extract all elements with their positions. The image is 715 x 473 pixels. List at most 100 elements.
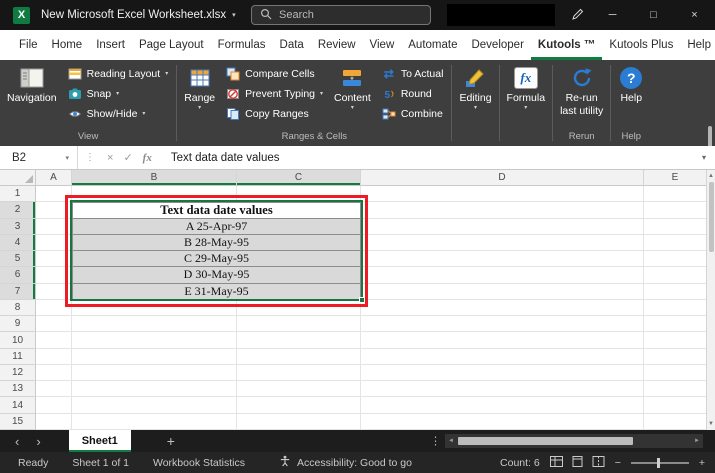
menu-tab-review[interactable]: Review xyxy=(311,30,363,60)
excel-app-icon[interactable]: X xyxy=(13,7,30,24)
minimize-button[interactable]: ─ xyxy=(592,0,633,30)
page-layout-view-icon[interactable] xyxy=(571,456,584,470)
cell[interactable] xyxy=(72,381,237,397)
editing-button[interactable]: Editing ▾ xyxy=(454,63,496,112)
cell[interactable] xyxy=(36,284,72,300)
cell[interactable] xyxy=(237,332,361,348)
cell[interactable] xyxy=(361,219,644,235)
cell[interactable] xyxy=(361,316,644,332)
zoom-slider-thumb[interactable] xyxy=(657,458,660,468)
scroll-up-icon[interactable]: ▲ xyxy=(708,173,714,179)
maximize-button[interactable]: □ xyxy=(633,0,674,30)
cell[interactable] xyxy=(72,186,237,202)
cell[interactable] xyxy=(36,235,72,251)
zoom-in-button[interactable]: + xyxy=(699,457,705,469)
column-header-a[interactable]: A xyxy=(36,170,72,186)
cell[interactable] xyxy=(361,235,644,251)
row-header-10[interactable]: 10 xyxy=(0,332,36,348)
column-header-c[interactable]: C xyxy=(237,170,361,186)
cell[interactable] xyxy=(36,332,72,348)
scroll-down-icon[interactable]: ▼ xyxy=(708,421,714,427)
cell[interactable] xyxy=(644,316,706,332)
formula-bar-handle-icon[interactable]: ⋮ xyxy=(85,152,95,163)
formula-content[interactable]: Text data date values xyxy=(171,152,280,164)
cell[interactable] xyxy=(361,349,644,365)
row-header-6[interactable]: 6 xyxy=(0,267,36,283)
cell[interactable] xyxy=(72,300,237,316)
cell-b7-merged[interactable]: E 31-May-95 xyxy=(72,284,361,300)
combine-button[interactable]: Combine xyxy=(378,104,448,124)
enter-icon[interactable]: ✓ xyxy=(123,151,132,164)
menu-tab-developer[interactable]: Developer xyxy=(464,30,530,60)
menu-tab-help[interactable]: Help xyxy=(680,30,715,60)
document-title[interactable]: New Microsoft Excel Worksheet.xlsx ▾ xyxy=(41,9,236,21)
cell-b3-merged[interactable]: A 25-Apr-97 xyxy=(72,219,361,235)
sheet-tab-sheet1[interactable]: Sheet1 xyxy=(69,430,131,452)
copy-ranges-button[interactable]: Copy Ranges xyxy=(222,104,327,124)
menu-tab-data[interactable]: Data xyxy=(273,30,311,60)
menu-tab-kutools[interactable]: Kutools ™ xyxy=(531,30,603,60)
cell[interactable] xyxy=(361,414,644,430)
row-header-12[interactable]: 12 xyxy=(0,365,36,381)
cell[interactable] xyxy=(644,397,706,413)
row-header-3[interactable]: 3 xyxy=(0,219,36,235)
cell[interactable] xyxy=(644,251,706,267)
compare-cells-button[interactable]: Compare Cells xyxy=(222,64,327,84)
range-button[interactable]: Range ▾ xyxy=(179,63,220,112)
cell[interactable] xyxy=(237,381,361,397)
help-button[interactable]: ? Help xyxy=(613,63,649,104)
cell[interactable] xyxy=(36,316,72,332)
row-header-11[interactable]: 11 xyxy=(0,349,36,365)
menu-tab-formulas[interactable]: Formulas xyxy=(211,30,273,60)
cell[interactable] xyxy=(644,267,706,283)
cell[interactable] xyxy=(72,316,237,332)
cell[interactable] xyxy=(361,365,644,381)
row-header-4[interactable]: 4 xyxy=(0,235,36,251)
menu-tab-kutools-plus[interactable]: Kutools Plus xyxy=(602,30,680,60)
scroll-left-icon[interactable]: ◄ xyxy=(448,438,454,444)
cell[interactable] xyxy=(36,219,72,235)
cancel-icon[interactable]: × xyxy=(107,152,113,164)
cell[interactable] xyxy=(644,219,706,235)
navigation-button[interactable]: Navigation xyxy=(2,63,62,104)
add-sheet-button[interactable]: + xyxy=(167,433,175,449)
cell[interactable] xyxy=(361,284,644,300)
cell[interactable] xyxy=(644,414,706,430)
cell[interactable] xyxy=(361,332,644,348)
vertical-scroll-thumb[interactable] xyxy=(709,182,714,252)
cell[interactable] xyxy=(237,365,361,381)
cell[interactable] xyxy=(361,397,644,413)
menu-tab-home[interactable]: Home xyxy=(45,30,90,60)
cell[interactable] xyxy=(36,251,72,267)
cell[interactable] xyxy=(644,365,706,381)
cell[interactable] xyxy=(72,414,237,430)
cell-b4-merged[interactable]: B 28-May-95 xyxy=(72,235,361,251)
cell[interactable] xyxy=(36,186,72,202)
cell[interactable] xyxy=(36,397,72,413)
cell[interactable] xyxy=(237,397,361,413)
name-box[interactable]: B2 ▾ xyxy=(0,146,78,169)
accessibility-status[interactable]: Accessibility: Good to go xyxy=(279,455,412,470)
normal-view-icon[interactable] xyxy=(550,456,563,470)
cell[interactable] xyxy=(644,332,706,348)
select-all-corner[interactable] xyxy=(0,170,36,186)
fill-handle[interactable] xyxy=(359,297,365,303)
cell[interactable] xyxy=(644,235,706,251)
column-header-b[interactable]: B xyxy=(72,170,237,186)
insert-function-icon[interactable]: fx xyxy=(143,152,152,164)
previous-sheet-icon[interactable]: ‹ xyxy=(15,434,19,449)
row-header-2[interactable]: 2 xyxy=(0,202,36,218)
menu-tab-page-layout[interactable]: Page Layout xyxy=(132,30,211,60)
cell[interactable] xyxy=(237,414,361,430)
menu-tab-file[interactable]: File xyxy=(12,30,45,60)
cell[interactable] xyxy=(644,284,706,300)
cell-b6-merged[interactable]: D 30-May-95 xyxy=(72,267,361,283)
cell[interactable] xyxy=(237,300,361,316)
cell[interactable] xyxy=(36,202,72,218)
cell-b2-merged[interactable]: Text data date values xyxy=(72,202,361,218)
cell[interactable] xyxy=(36,365,72,381)
cell[interactable] xyxy=(361,186,644,202)
search-box[interactable]: Search xyxy=(251,5,431,25)
vertical-scrollbar[interactable]: ▲ ▼ xyxy=(706,170,715,430)
prevent-typing-button[interactable]: Prevent Typing ▾ xyxy=(222,84,327,104)
